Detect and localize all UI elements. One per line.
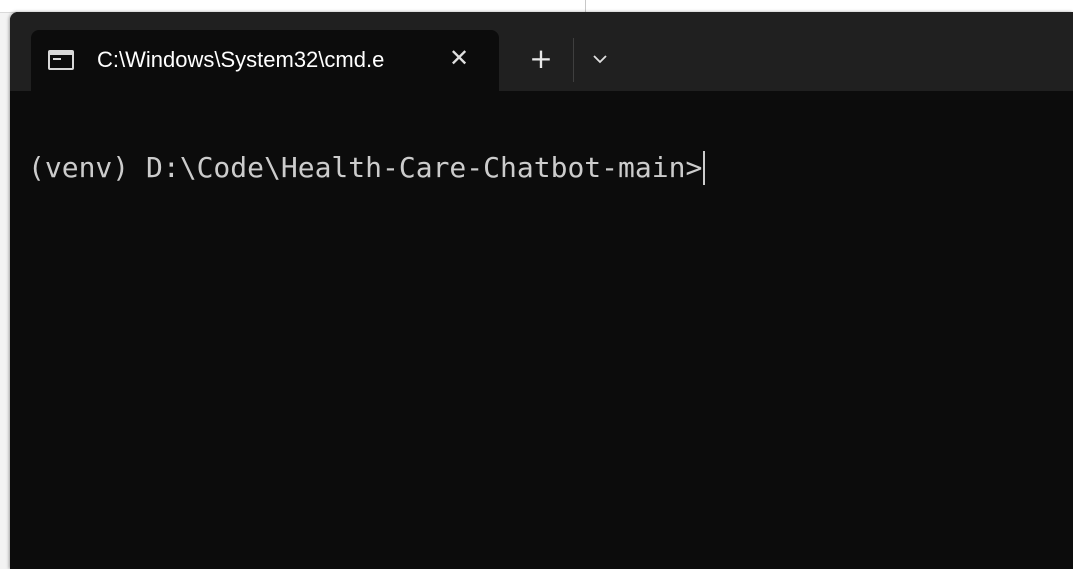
close-tab-button[interactable]: ✕ [444,43,474,73]
console-icon [48,50,74,70]
terminal-window: C:\Windows\System32\cmd.e ✕ + (venv) D:\… [10,12,1073,569]
dropdown-button[interactable] [584,44,616,74]
desktop-background: C:\Windows\System32\cmd.e ✕ + (venv) D:\… [0,0,1073,569]
new-tab-button[interactable]: + [523,41,559,77]
tab-title: C:\Windows\System32\cmd.e [97,47,385,72]
text-cursor [703,151,706,185]
title-bar[interactable]: C:\Windows\System32\cmd.e ✕ + [10,12,1073,91]
tab-divider [573,38,574,82]
terminal-output[interactable]: (venv) D:\Code\Health-Care-Chatbot-main> [10,91,1073,569]
chevron-down-icon [593,55,607,64]
prompt-text: (venv) D:\Code\Health-Care-Chatbot-main> [28,151,703,184]
command-prompt-line: (venv) D:\Code\Health-Care-Chatbot-main> [28,151,706,185]
tab-cmd[interactable]: C:\Windows\System32\cmd.e ✕ [31,30,499,91]
background-window-divider [585,0,586,12]
